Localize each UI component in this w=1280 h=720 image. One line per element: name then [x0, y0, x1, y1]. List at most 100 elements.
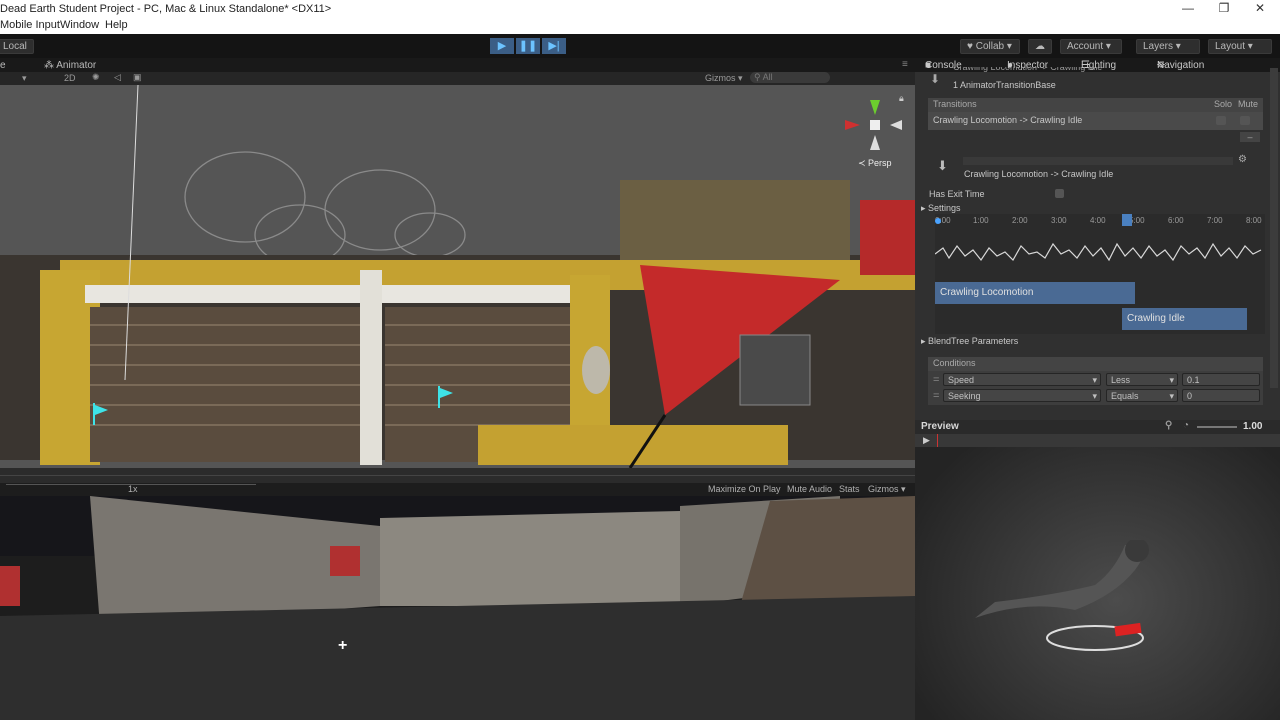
blendtree-label: BlendTree Parameters: [928, 336, 1019, 346]
condition-value-input[interactable]: 0: [1182, 389, 1260, 402]
tab-scene-stub[interactable]: e: [0, 60, 6, 71]
tick-1: 1:00: [973, 216, 989, 225]
transitions-label: Transitions: [933, 99, 977, 109]
pause-button[interactable]: ❚❚: [516, 38, 540, 54]
persp-label[interactable]: ≺ Persp: [858, 158, 892, 169]
condition-value-input[interactable]: 0.1: [1182, 373, 1260, 386]
condition-value: 0.1: [1187, 375, 1200, 385]
layout-label: Layout: [1215, 41, 1246, 52]
blendtree-foldout[interactable]: ▸ BlendTree Parameters: [921, 336, 1018, 347]
effects-toggle-icon[interactable]: ▣: [133, 72, 142, 83]
scene-viewport[interactable]: ≺ Persp 🔒︎ ◉: [0, 85, 915, 468]
red-fuel-can: [860, 200, 915, 275]
transition-timeline[interactable]: 0:00 1:00 2:00 3:00 4:00 5:00 6:00 7:00 …: [935, 214, 1265, 334]
clip-from-bar[interactable]: Crawling Locomotion: [935, 282, 1135, 304]
bottom-stripe: [478, 425, 788, 465]
transition-detail-icon: ⬇: [937, 158, 948, 173]
remove-transition-button[interactable]: –: [1240, 132, 1260, 142]
drag-handle-icon[interactable]: =: [933, 374, 939, 386]
tick-8: 8:00: [1246, 216, 1262, 225]
menu-help[interactable]: Help: [105, 19, 128, 31]
toggle-2d[interactable]: 2D: [64, 73, 76, 83]
minimize-button[interactable]: —: [1178, 1, 1198, 15]
game-gizmos-dropdown[interactable]: Gizmos ▾: [868, 484, 906, 495]
window-title: Dead Earth Student Project - PC, Mac & L…: [0, 3, 332, 15]
maximize-on-play-toggle[interactable]: Maximize On Play: [708, 484, 781, 494]
pivot-icon[interactable]: ⚲: [1165, 420, 1172, 431]
preview-scrubber[interactable]: [937, 434, 938, 447]
white-rail-2: [380, 285, 570, 303]
transition-name-field[interactable]: [963, 157, 1233, 165]
menu-window[interactable]: Window: [60, 19, 99, 31]
transition-icon: ⬇: [930, 72, 941, 86]
local-button[interactable]: Local: [0, 39, 34, 54]
tick-3: 3:00: [1051, 216, 1067, 225]
lighting-toggle-icon[interactable]: ✺: [92, 72, 100, 83]
preview-play-button[interactable]: ▶: [923, 435, 930, 446]
mute-audio-toggle[interactable]: Mute Audio: [787, 484, 832, 494]
maximize-button[interactable]: ❐: [1214, 1, 1234, 15]
preview-controls: ▶: [915, 434, 1280, 447]
layers-dropdown[interactable]: Layers ▾: [1136, 39, 1200, 54]
scene-search-input[interactable]: ⚲ All: [750, 72, 830, 83]
mute-checkbox[interactable]: [1240, 116, 1250, 125]
stats-toggle[interactable]: Stats: [839, 484, 860, 494]
lock-icon[interactable]: 🔒︎: [899, 93, 904, 104]
tick-7: 7:00: [1207, 216, 1223, 225]
solo-checkbox[interactable]: [1216, 116, 1226, 125]
shading-dropdown[interactable]: ▾: [22, 73, 27, 84]
transition-row[interactable]: Crawling Locomotion -> Crawling Idle: [928, 112, 1263, 130]
game-viewport[interactable]: +: [0, 496, 915, 720]
collab-label: Collab: [975, 41, 1005, 52]
clip-to-bar[interactable]: Crawling Idle: [1122, 308, 1247, 330]
condition-op: Equals: [1111, 391, 1139, 401]
has-exit-time-checkbox[interactable]: [1055, 189, 1064, 198]
gizmos-dropdown[interactable]: Gizmos ▾: [705, 73, 743, 84]
transition-base-label: 1 AnimatorTransitionBase: [953, 80, 1056, 90]
cloud-button[interactable]: ☁: [1028, 39, 1052, 54]
search-placeholder: All: [762, 72, 773, 82]
lamp: [582, 346, 610, 394]
persp-text: Persp: [868, 158, 892, 168]
condition-op-dropdown[interactable]: Less ▾: [1106, 373, 1178, 386]
layout-dropdown[interactable]: Layout ▾: [1208, 39, 1272, 54]
game-gizmos-label: Gizmos: [868, 484, 899, 494]
account-label: Account: [1067, 41, 1104, 52]
collab-button[interactable]: ♥ Collab ▾: [960, 39, 1020, 54]
scene-tab-strip: e ⁂ Animator ≡: [0, 58, 915, 72]
condition-param-dropdown[interactable]: Speed ▾: [943, 373, 1101, 386]
gear-icon[interactable]: ⚙: [1238, 154, 1247, 165]
condition-param-dropdown[interactable]: Seeking ▾: [943, 389, 1101, 402]
audio-toggle-icon[interactable]: ◁: [114, 72, 121, 83]
red-object: [0, 566, 20, 606]
curve-waveform: [935, 242, 1262, 262]
menu-mobile-input[interactable]: Mobile Input: [0, 19, 60, 31]
gizmos-label: Gizmos: [705, 73, 736, 83]
condition-op-dropdown[interactable]: Equals ▾: [1106, 389, 1178, 402]
condition-param: Seeking: [948, 391, 981, 401]
condition-value: 0: [1187, 391, 1193, 401]
tick-2: 2:00: [1012, 216, 1028, 225]
scene-toolbar: ▾ 2D ✺ ◁ ▣ Gizmos ▾ ⚲ All: [0, 72, 915, 85]
settings-foldout[interactable]: ▸ Settings: [921, 203, 961, 214]
white-post: [360, 270, 382, 465]
play-button[interactable]: ▶: [490, 38, 514, 54]
window-title-bar: Dead Earth Student Project - PC, Mac & L…: [0, 0, 1280, 18]
transitions-header: Transitions Solo Mute: [928, 98, 1263, 112]
inspector-header-cut: Crawling Locomotion -> Crawling Idle: [953, 67, 1103, 72]
timeline-start-marker[interactable]: [935, 218, 941, 224]
preview-panel[interactable]: Preview ⚲ ◔ 1.00 ▶: [915, 420, 1280, 720]
game-render: [0, 496, 915, 720]
speed-slider[interactable]: [1197, 426, 1237, 428]
step-button[interactable]: ▶|: [542, 38, 566, 54]
account-dropdown[interactable]: Account ▾: [1060, 39, 1122, 54]
tab-animator[interactable]: ⁂ Animator: [44, 60, 96, 71]
transition-duration-marker[interactable]: [1122, 214, 1132, 226]
drag-handle-icon[interactable]: =: [933, 390, 939, 402]
red-sign: [330, 546, 360, 576]
inspector-scrollbar[interactable]: [1270, 68, 1278, 388]
mute-label: Mute: [1238, 99, 1259, 109]
panel-menu-icon[interactable]: ≡: [902, 59, 908, 70]
ground: [0, 596, 915, 720]
close-button[interactable]: ✕: [1250, 1, 1270, 15]
